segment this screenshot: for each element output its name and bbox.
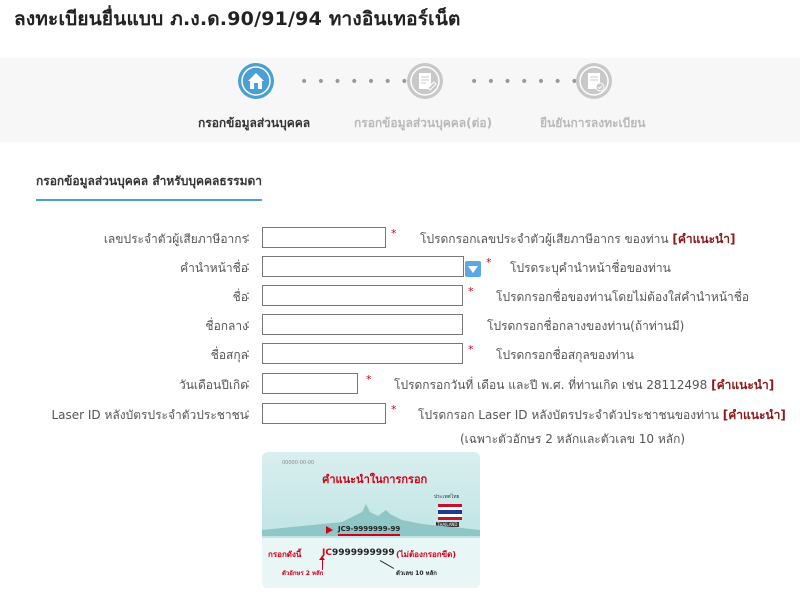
edit-document-icon-graphic xyxy=(407,63,443,99)
step-separator: • • • • • • • xyxy=(470,74,581,90)
section-title: กรอกข้อมูลส่วนบุคคล สำหรับบุคคลธรรมดา xyxy=(36,172,263,201)
title-prefix-help: โปรดระบุคำนำหน้าชื่อของท่าน xyxy=(510,261,671,275)
fill-like-label: กรอกดังนี้ xyxy=(268,550,302,559)
laser-id-help: โปรดกรอก Laser ID หลังบัตรประจำตัวประชาช… xyxy=(418,406,786,425)
birth-date-help-text: โปรดกรอกวันที่ เดือน และปี พ.ศ. ที่ท่านเ… xyxy=(394,378,708,392)
laser-id-fill-example: JC9999999999 xyxy=(322,548,395,558)
middle-name-label: ชื่อกลาง xyxy=(205,319,248,333)
row-tax-id: เลขประจำตัวผู้เสียภาษีอากร : * โปรดกรอกเ… xyxy=(0,227,800,249)
first-name-input[interactable] xyxy=(262,285,463,306)
row-last-name: ชื่อสกุล : * โปรดกรอกชื่อสกุลของท่าน xyxy=(0,343,800,365)
required-mark: * xyxy=(391,227,397,240)
last-name-help: โปรดกรอกชื่อสกุลของท่าน xyxy=(496,348,634,362)
letters-note: ตัวอักษร 2 หลัก xyxy=(282,570,324,577)
home-icon xyxy=(237,62,275,100)
no-dash-note: (ไม่ต้องกรอกขีด) xyxy=(396,550,456,559)
step-label-personal-info: กรอกข้อมูลส่วนบุคคล xyxy=(198,116,311,130)
row-laser-id: Laser ID หลังบัตรประจำตัวประชาชน : * โปร… xyxy=(0,403,800,425)
id-card-example-image: 00000-00-00 คำแนะนำในการกรอก ประเทศไทย T… xyxy=(262,452,480,588)
first-name-help: โปรดกรอกชื่อของท่านโดยไม่ต้องใส่คำนำหน้า… xyxy=(496,290,750,304)
confirm-document-icon-graphic xyxy=(576,63,612,99)
birth-date-label: วันเดือนปีเกิด xyxy=(178,378,248,392)
row-title-prefix: คำนำหน้าชื่อ : * โปรดระบุคำนำหน้าชื่อของ… xyxy=(0,256,800,278)
colon: : xyxy=(246,317,251,331)
required-mark: * xyxy=(468,343,474,356)
row-birth-date: วันเดือนปีเกิด : * โปรดกรอกวันที่ เดือน … xyxy=(0,373,800,395)
birth-date-input[interactable] xyxy=(262,373,358,394)
step-label-personal-info-cont: กรอกข้อมูลส่วนบุคคล(ต่อ) xyxy=(354,116,493,130)
title-prefix-label: คำนำหน้าชื่อ xyxy=(180,261,248,275)
colon: : xyxy=(246,288,251,302)
row-first-name: ชื่อ : * โปรดกรอกชื่อของท่านโดยไม่ต้องใส… xyxy=(0,285,800,307)
title-prefix-select[interactable] xyxy=(262,256,464,277)
colon: : xyxy=(246,406,251,420)
step-separator: • • • • • • • xyxy=(300,74,411,90)
required-mark: * xyxy=(391,403,397,416)
birth-date-hint-link[interactable]: [คำแนะนำ] xyxy=(711,378,774,392)
laser-id-input[interactable] xyxy=(262,403,386,424)
required-mark: * xyxy=(468,285,474,298)
page-title: ลงทะเบียนยื่นแบบ ภ.ง.ด.90/91/94 ทางอินเท… xyxy=(14,8,461,30)
digits-note: ตัวเลข 10 หลัก xyxy=(396,570,437,577)
colon: : xyxy=(246,230,251,244)
tax-id-help-text: โปรดกรอกเลขประจำตัวผู้เสียภาษีอากร ของท่… xyxy=(420,232,669,246)
laser-id-label: Laser ID หลังบัตรประจำตัวประชาชน xyxy=(51,408,248,422)
colon: : xyxy=(246,376,251,390)
birth-date-help: โปรดกรอกวันที่ เดือน และปี พ.ศ. ที่ท่านเ… xyxy=(394,376,774,395)
pointer-arrow-icon xyxy=(326,526,333,534)
colon: : xyxy=(246,259,251,273)
card-lower-panel xyxy=(262,538,480,588)
sample-digits: 9999999999 xyxy=(331,548,395,558)
laser-id-note: (เฉพาะตัวอักษร 2 หลักและตัวเลข 10 หลัก) xyxy=(460,432,686,446)
laser-id-sample: JC9-9999999-99 xyxy=(338,525,401,533)
laser-id-help-text: โปรดกรอก Laser ID หลังบัตรประจำตัวประชาช… xyxy=(418,408,719,422)
home-icon-graphic xyxy=(238,63,274,99)
middle-name-help: โปรดกรอกชื่อกลางของท่าน(ถ้าท่านมี) xyxy=(487,319,685,333)
tax-id-input[interactable] xyxy=(262,227,386,248)
step-label-confirm: ยืนยันการลงทะเบียน xyxy=(540,116,646,130)
card-number: 00000-00-00 xyxy=(282,460,315,466)
last-name-label: ชื่อสกุล xyxy=(210,348,248,362)
middle-name-input[interactable] xyxy=(262,314,463,335)
required-mark: * xyxy=(366,373,372,386)
registration-form: กรอกข้อมูลส่วนบุคคล สำหรับบุคคลธรรมดา เล… xyxy=(0,142,800,592)
last-name-input[interactable] xyxy=(262,343,463,364)
confirm-document-icon xyxy=(575,62,613,100)
required-mark: * xyxy=(486,256,492,269)
colon: : xyxy=(246,346,251,360)
tax-id-help: โปรดกรอกเลขประจำตัวผู้เสียภาษีอากร ของท่… xyxy=(420,230,735,249)
tax-id-label: เลขประจำตัวผู้เสียภาษีอากร xyxy=(103,232,248,246)
tax-id-hint-link[interactable]: [คำแนะนำ] xyxy=(672,232,735,246)
underline xyxy=(338,534,400,536)
edit-document-icon xyxy=(406,62,444,100)
laser-id-hint-link[interactable]: [คำแนะนำ] xyxy=(723,408,786,422)
country-label: ประเทศไทย xyxy=(434,494,460,500)
card-title: คำแนะนำในการกรอก xyxy=(322,473,428,486)
progress-steps: • • • • • • • • • • • • • • กรอกข้อมูลส่… xyxy=(0,58,800,142)
row-middle-name: ชื่อกลาง : โปรดกรอกชื่อกลางของท่าน(ถ้าท่… xyxy=(0,314,800,336)
chevron-down-icon[interactable] xyxy=(465,261,481,277)
